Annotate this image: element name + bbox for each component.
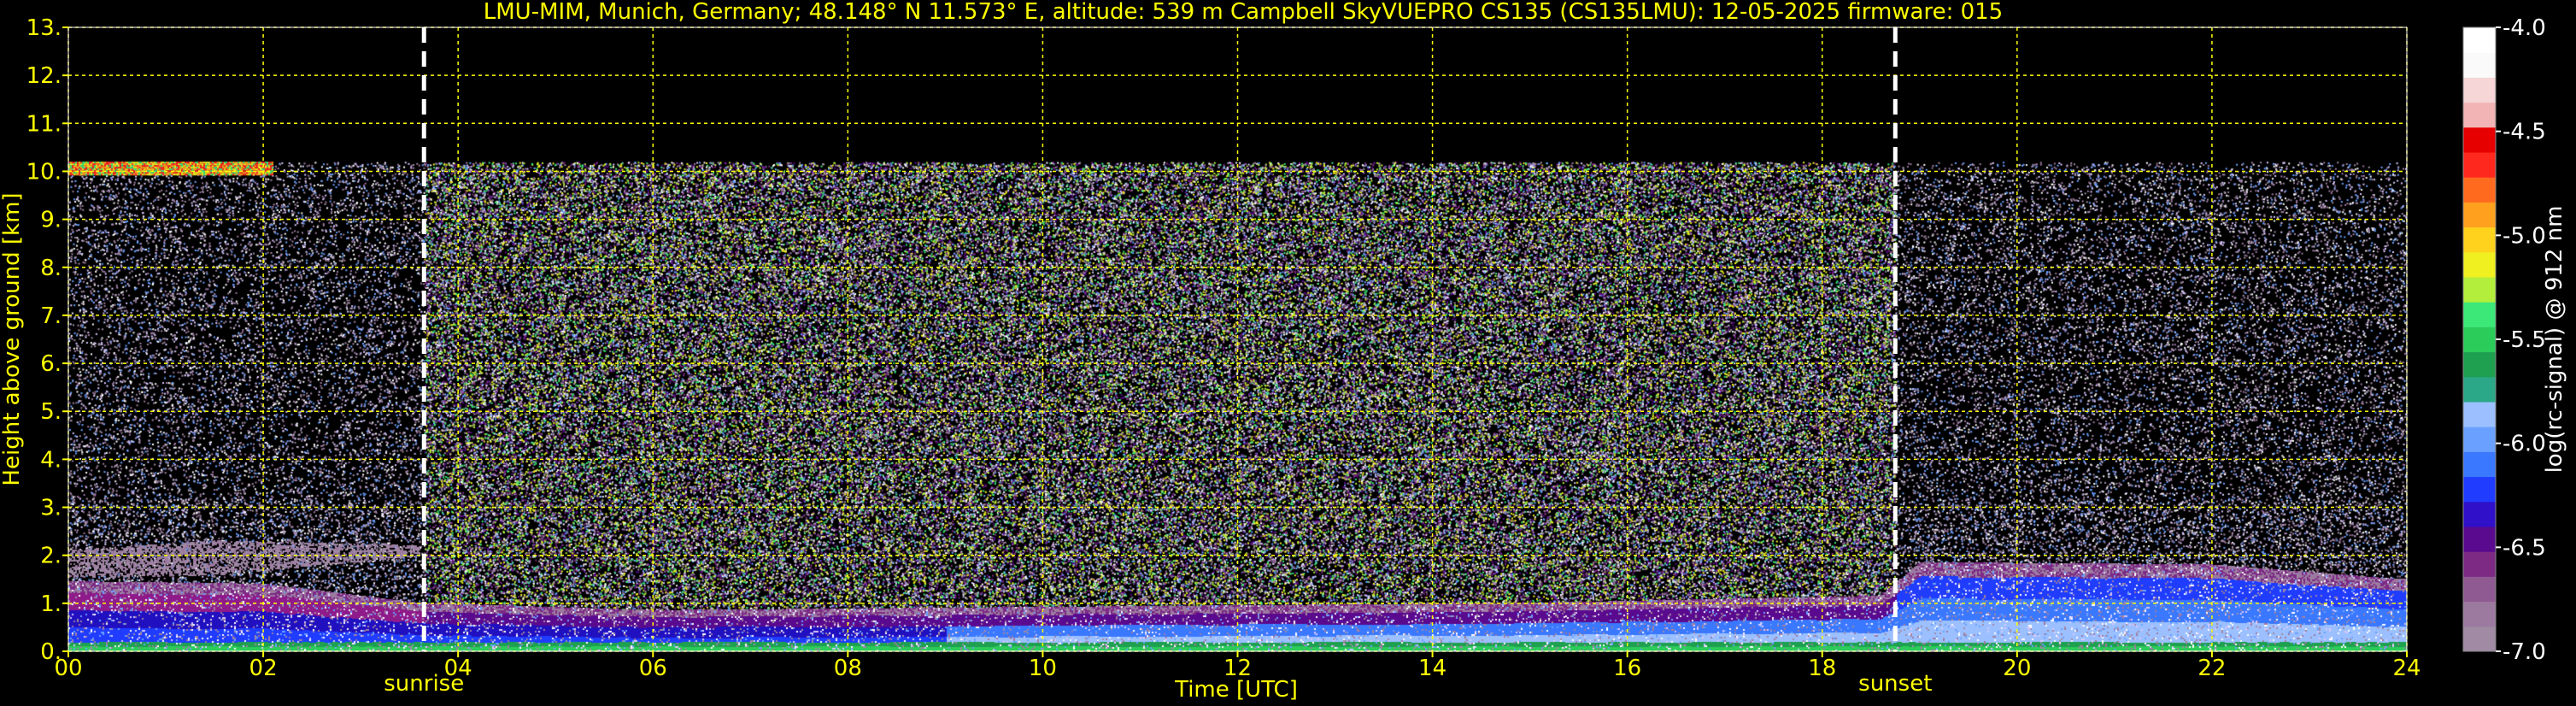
colorbar-tick-label: -6.0 [2503,432,2546,457]
event-label-sunset: sunset [1858,671,1932,697]
colorbar-tick-label: -5.0 [2503,223,2546,249]
y-tick-label: 11. [26,111,62,137]
y-tick-label: 3. [40,496,62,521]
colorbar-segment [2463,27,2496,53]
colorbar-segment [2463,376,2496,403]
y-tick-label: 2. [40,544,62,569]
colorbar-tick-label: -5.5 [2503,327,2546,353]
y-tick-label: 6. [40,351,62,377]
colorbar-segment [2463,52,2496,78]
colorbar-segment [2463,601,2496,627]
y-tick-label: 8. [40,256,62,281]
colorbar-segment [2463,551,2496,577]
y-tick-label: 9. [40,208,62,233]
colorbar-segment [2463,251,2496,278]
x-tick-label: 24 [2392,656,2421,681]
x-tick-label: 06 [639,656,667,681]
y-tick-label: 0. [40,639,62,665]
colorbar-segment [2463,351,2496,378]
y-tick-label: 4. [40,447,62,473]
x-tick-label: 04 [444,656,472,681]
colorbar-segment [2463,177,2496,203]
y-tick-label: 12. [26,63,62,89]
colorbar-segment [2463,77,2496,103]
colorbar-label: log(rc-signal) @ 912 nm [2542,206,2567,474]
colorbar-segment [2463,126,2496,153]
y-tick-label: 5. [40,399,62,425]
colorbar-tick-label: -4.0 [2503,15,2546,41]
x-tick-label: 10 [1029,656,1057,681]
chart-title: LMU-MIM, Munich, Germany; 48.148° N 11.5… [484,0,2003,25]
y-tick-label: 1. [40,591,62,617]
backscatter-heatmap [68,27,2407,651]
colorbar-segment [2463,102,2496,128]
heatmap-image [68,27,2407,651]
colorbar-segment [2463,626,2496,652]
colorbar-segment [2463,576,2496,603]
x-tick-label: 20 [2003,656,2031,681]
colorbar-segment [2463,227,2496,253]
colorbar-segment [2463,501,2496,527]
colorbar-segment [2463,277,2496,303]
x-axis-label: Time [UTC] [1174,677,1298,703]
colorbar-segment [2463,476,2496,503]
colorbar-segment [2463,451,2496,478]
x-tick-label: 14 [1418,656,1446,681]
colorbar-segment [2463,202,2496,228]
colorbar-tick-label: -7.0 [2503,639,2546,665]
colorbar-segment [2463,427,2496,452]
y-tick-label: 10. [26,159,62,185]
colorbar-tick-label: -6.5 [2503,535,2546,561]
x-tick-label: 22 [2198,656,2226,681]
colorbar-segment [2463,527,2496,552]
colorbar-tick-label: -4.5 [2503,120,2546,145]
y-tick-label: 7. [40,303,62,329]
colorbar-segment [2463,152,2496,178]
y-tick-label: 13. [26,15,62,41]
colorbar-segment [2463,402,2496,427]
x-tick-label: 18 [1808,656,1836,681]
x-tick-label: 02 [249,656,278,681]
y-axis-label: Height above ground [km] [0,192,25,485]
colorbar-segment [2463,327,2496,353]
colorbar-segment [2463,302,2496,327]
x-tick-label: 08 [834,656,862,681]
x-tick-label: 16 [1613,656,1641,681]
ceilometer-chart: sunrise sunset 00 02 04 06 08 10 12 14 16 18 20 22 24… [0,0,2576,706]
